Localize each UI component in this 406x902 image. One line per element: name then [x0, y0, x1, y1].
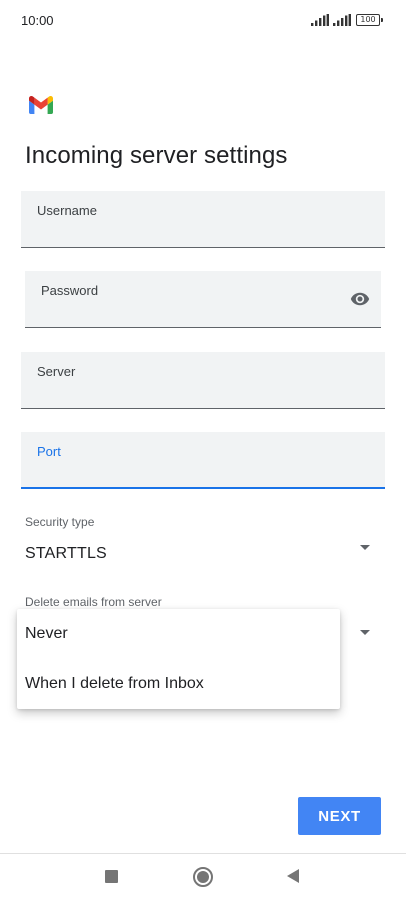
- security-type-select[interactable]: STARTTLS: [25, 545, 107, 563]
- dropdown-arrow-icon[interactable]: [360, 630, 370, 635]
- eye-icon[interactable]: [347, 289, 373, 309]
- signal-icon: [311, 14, 329, 26]
- gmail-logo-icon: [29, 96, 53, 114]
- password-input[interactable]: [41, 301, 337, 323]
- menu-item-when-delete-from-inbox[interactable]: When I delete from Inbox: [17, 659, 340, 709]
- security-type-label: Security type: [25, 515, 95, 529]
- server-field[interactable]: Server: [21, 352, 385, 409]
- username-label: Username: [37, 203, 97, 218]
- system-nav-bar: [0, 854, 406, 902]
- back-triangle-icon[interactable]: [287, 869, 299, 883]
- signal-icon: [333, 14, 351, 26]
- server-input[interactable]: [37, 382, 341, 404]
- port-input[interactable]: [37, 462, 341, 484]
- next-button[interactable]: NEXT: [298, 797, 381, 835]
- home-circle-icon[interactable]: [193, 867, 213, 887]
- status-time: 10:00: [21, 13, 54, 28]
- password-label: Password: [41, 283, 99, 298]
- menu-item-never[interactable]: Never: [17, 609, 340, 659]
- username-field[interactable]: Username: [21, 191, 385, 248]
- battery-icon: 100: [356, 14, 383, 26]
- status-bar: 10:00 100: [0, 0, 406, 40]
- delete-emails-dropdown-menu: Never When I delete from Inbox: [17, 609, 340, 709]
- delete-emails-label: Delete emails from server: [25, 595, 162, 609]
- page-title: Incoming server settings: [25, 142, 288, 169]
- server-label: Server: [37, 364, 76, 379]
- username-input[interactable]: [37, 221, 341, 243]
- port-field[interactable]: Port: [21, 432, 385, 489]
- password-field[interactable]: Password: [25, 271, 381, 328]
- port-label: Port: [37, 444, 61, 459]
- dropdown-arrow-icon[interactable]: [360, 545, 370, 550]
- recents-square-icon[interactable]: [105, 870, 118, 883]
